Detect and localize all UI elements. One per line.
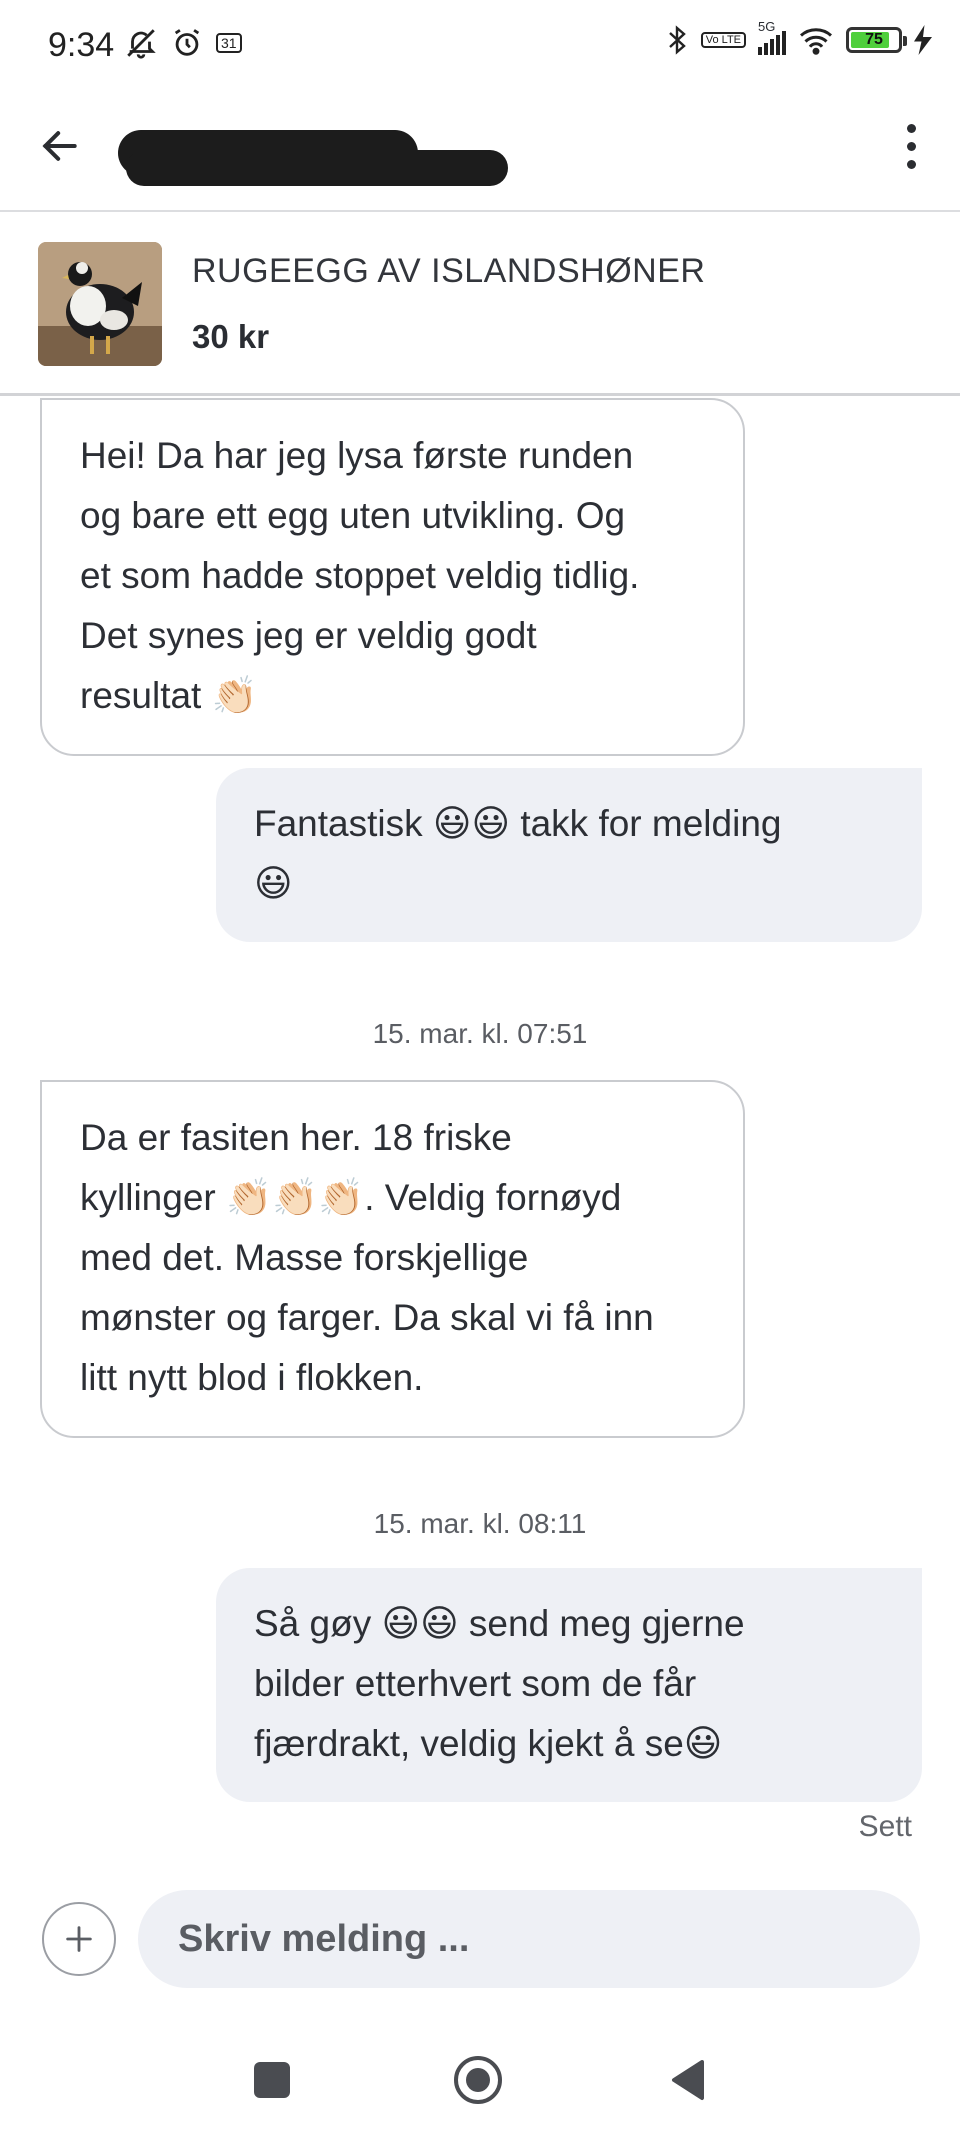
message-line: mønster og farger. Da skal vi få inn	[80, 1297, 654, 1338]
home-button[interactable]	[442, 2044, 514, 2116]
message-outgoing[interactable]: Fantastisk 😃😃 takk for melding 😃	[216, 768, 922, 942]
signal-icon: 5G	[758, 19, 786, 55]
more-vertical-icon	[906, 123, 916, 133]
charging-icon	[914, 25, 932, 55]
plus-icon	[66, 1926, 92, 1952]
status-right-icons: Vo LTE 5G 75	[665, 19, 932, 56]
back-icon	[672, 2060, 704, 2100]
bluetooth-icon	[668, 25, 686, 55]
message-line: kyllinger 👏🏻👏🏻👏🏻. Veldig fornøyd	[80, 1177, 622, 1218]
battery-icon: 75	[846, 27, 907, 53]
message-line: med det. Masse forskjellige	[80, 1237, 529, 1278]
arrow-left-icon	[42, 131, 77, 161]
add-attachment-button[interactable]	[42, 1902, 116, 1976]
hen-image	[38, 242, 162, 366]
message-incoming[interactable]: Da er fasiten her. 18 friske kyllinger 👏…	[40, 1080, 745, 1438]
message-line: og bare ett egg uten utvikling. Og	[80, 495, 626, 536]
app-bar	[0, 92, 960, 212]
message-incoming[interactable]: Hei! Da har jeg lysa første runden og ba…	[40, 398, 745, 756]
message-line: Det synes jeg er veldig godt	[80, 615, 537, 656]
system-nav-bar	[0, 2020, 960, 2133]
battery-level: 75	[865, 31, 883, 48]
home-icon	[454, 2056, 502, 2104]
message-line: resultat 👏🏻	[80, 675, 258, 716]
listing-thumbnail[interactable]	[38, 242, 162, 366]
message-thread: Hei! Da har jeg lysa første runden og ba…	[0, 398, 960, 1858]
message-line: et som hadde stoppet veldig tidlig.	[80, 555, 640, 596]
alarm-icon	[174, 29, 200, 56]
more-options-button[interactable]	[886, 114, 936, 178]
message-line: Hei! Da har jeg lysa første runden	[80, 435, 634, 476]
back-button[interactable]	[28, 114, 92, 178]
network-type: 5G	[758, 19, 776, 34]
seen-indicator: Sett	[858, 1810, 912, 1843]
volte-icon: Vo LTE	[700, 32, 746, 48]
message-outgoing[interactable]: Så gøy 😃😃 send meg gjerne bilder etterhv…	[216, 1568, 922, 1802]
message-line: Da er fasiten her. 18 friske	[80, 1117, 512, 1158]
message-line: 😃	[254, 863, 293, 904]
status-time: 9:34	[48, 26, 115, 64]
message-timestamp: 15. mar. kl. 08:11	[373, 1508, 587, 1539]
listing-title[interactable]: RUGEEGG AV ISLANDSHØNER	[192, 252, 705, 291]
contact-name-redacted	[118, 120, 508, 190]
bell-off-icon	[127, 29, 156, 59]
recents-button[interactable]	[236, 2044, 308, 2116]
message-input[interactable]	[138, 1890, 920, 1988]
status-left-icons: 31	[124, 26, 242, 60]
listing-price: 30 kr	[192, 318, 270, 355]
message-timestamp: 15. mar. kl. 07:51	[372, 1018, 588, 1049]
message-line: litt nytt blod i flokken.	[80, 1357, 424, 1398]
status-bar: 9:34 31 Vo LTE 5G 75	[0, 0, 960, 92]
listing-header[interactable]: RUGEEGG AV ISLANDSHØNER 30 kr	[0, 214, 960, 396]
nav-back-button[interactable]	[652, 2044, 724, 2116]
message-line: bilder etterhvert som de får	[254, 1663, 697, 1704]
wifi-icon	[800, 28, 832, 55]
message-line: Fantastisk 😃😃 takk for melding	[254, 803, 782, 844]
message-line: fjærdrakt, veldig kjekt å se😃	[254, 1723, 723, 1764]
calendar-icon: 31	[216, 33, 242, 53]
message-composer	[0, 1880, 960, 2000]
message-line: Så gøy 😃😃 send meg gjerne	[254, 1603, 745, 1644]
recents-icon	[254, 2062, 290, 2098]
